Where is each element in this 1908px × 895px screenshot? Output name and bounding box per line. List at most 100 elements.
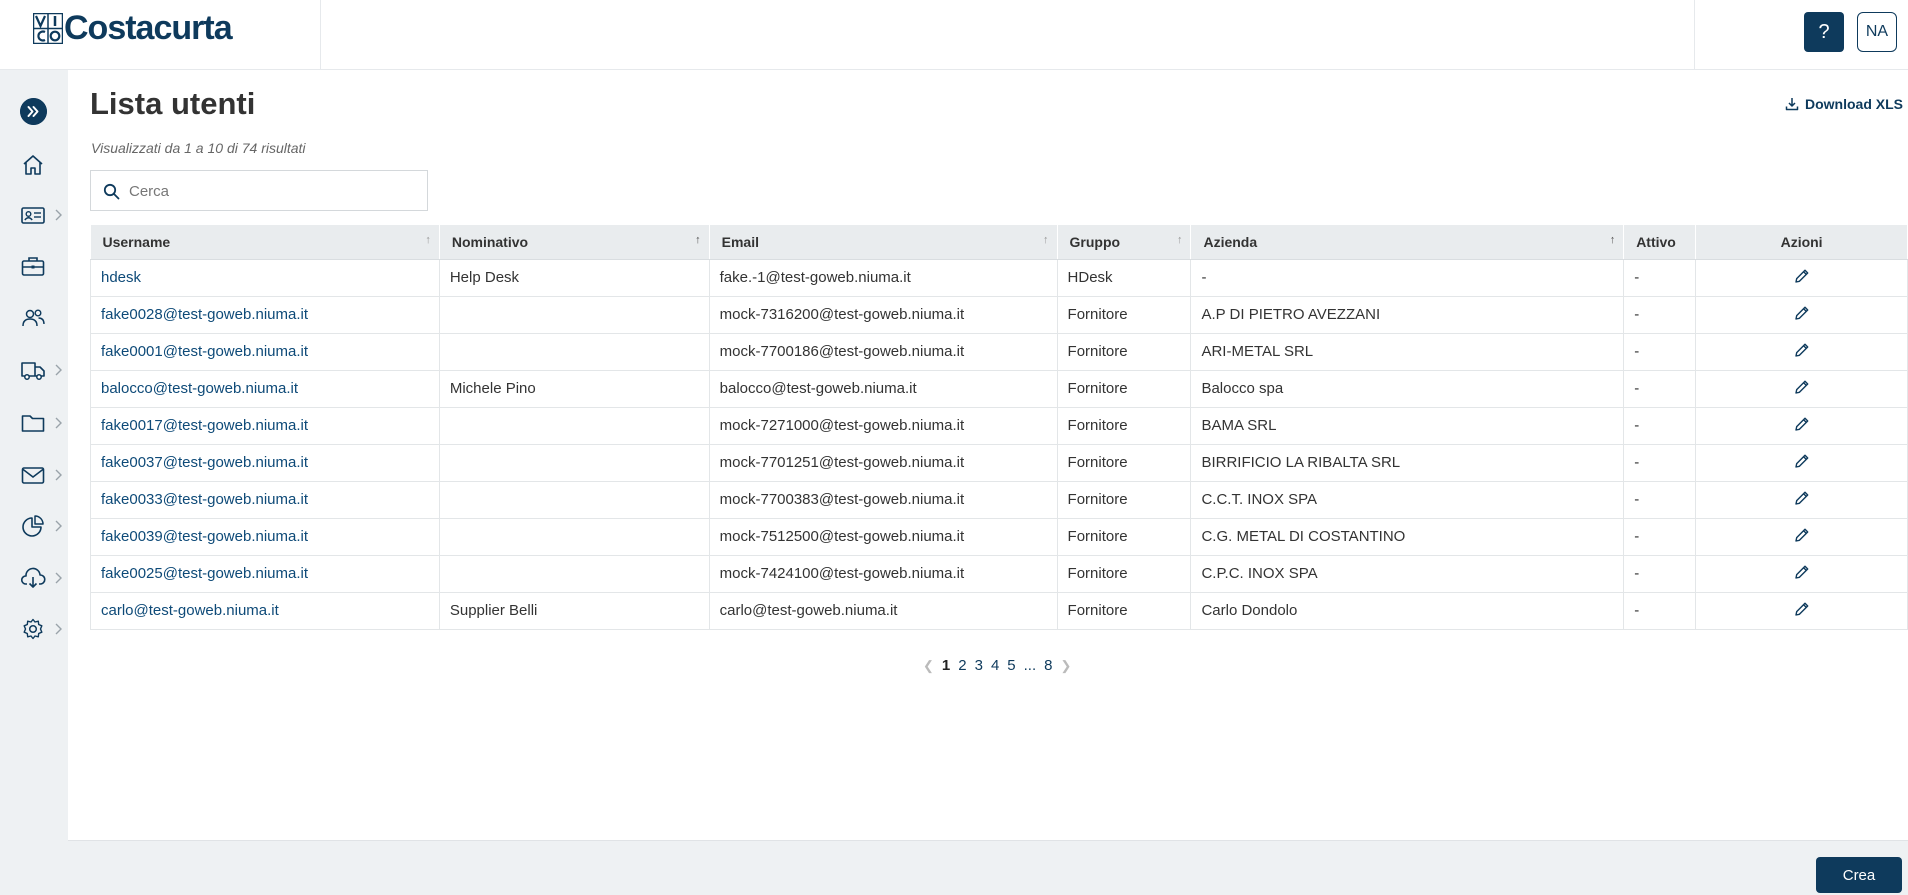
- cell-email: carlo@test-goweb.niuma.it: [709, 592, 1058, 630]
- cell-email: mock-7700383@test-goweb.niuma.it: [709, 481, 1058, 519]
- edit-pencil-icon[interactable]: [1794, 564, 1810, 580]
- column-header-gruppo[interactable]: Gruppo ↑: [1057, 225, 1192, 260]
- cell-username[interactable]: fake0017@test-goweb.niuma.it: [90, 407, 440, 445]
- briefcase-icon: [21, 257, 45, 276]
- sidebar-item-anagrafiche[interactable]: [0, 195, 68, 235]
- column-header-label: Nominativo: [451, 233, 529, 250]
- column-header-label: Azioni: [1780, 233, 1823, 250]
- page-link-2[interactable]: 2: [958, 657, 966, 674]
- cell-gruppo: Fornitore: [1057, 370, 1192, 408]
- cell-username[interactable]: fake0039@test-goweb.niuma.it: [90, 518, 440, 556]
- cell-username[interactable]: balocco@test-goweb.niuma.it: [90, 370, 440, 408]
- column-header-label: Gruppo: [1069, 233, 1121, 250]
- sidebar-item-impostazioni[interactable]: [0, 609, 68, 649]
- create-button[interactable]: Crea: [1816, 857, 1902, 893]
- edit-pencil-icon[interactable]: [1794, 453, 1810, 469]
- cell-username[interactable]: hdesk: [90, 259, 440, 297]
- edit-pencil-icon[interactable]: [1794, 601, 1810, 617]
- page-link-1[interactable]: 1: [942, 657, 950, 674]
- cell-attivo: -: [1623, 444, 1697, 482]
- cell-azienda: BIRRIFICIO LA RIBALTA SRL: [1190, 444, 1625, 482]
- cell-gruppo: Fornitore: [1057, 296, 1192, 334]
- table-body: hdesk Help Desk fake.-1@test-goweb.niuma.i…: [90, 259, 1908, 630]
- pagination: ❮ 1 2 3 4 5 ... 8 ❯: [923, 657, 1071, 674]
- sidebar: [0, 70, 68, 895]
- sort-icon[interactable]: ↑: [1610, 234, 1616, 246]
- cell-email: mock-7700186@test-goweb.niuma.it: [709, 333, 1058, 371]
- edit-pencil-icon[interactable]: [1794, 268, 1810, 284]
- download-icon: [1785, 98, 1799, 111]
- cell-username[interactable]: carlo@test-goweb.niuma.it: [90, 592, 440, 630]
- edit-pencil-icon[interactable]: [1794, 490, 1810, 506]
- cell-gruppo: Fornitore: [1057, 518, 1192, 556]
- cell-username[interactable]: fake0033@test-goweb.niuma.it: [90, 481, 440, 519]
- column-header-azienda[interactable]: Azienda ↑: [1190, 225, 1625, 260]
- cell-azioni: [1695, 407, 1908, 445]
- cell-email: fake.-1@test-goweb.niuma.it: [709, 259, 1058, 297]
- table-row: balocco@test-goweb.niuma.it Michele Pino b…: [90, 370, 1908, 408]
- edit-pencil-icon[interactable]: [1794, 305, 1810, 321]
- user-avatar[interactable]: NA: [1857, 12, 1897, 52]
- column-header-nominativo[interactable]: Nominativo ↑: [439, 225, 710, 260]
- cell-azioni: [1695, 444, 1908, 482]
- table-row: fake0039@test-goweb.niuma.it mock-7512500…: [90, 518, 1908, 556]
- next-page-icon[interactable]: ❯: [1060, 658, 1071, 674]
- sidebar-item-trasporti[interactable]: [0, 350, 68, 390]
- cell-attivo: -: [1623, 333, 1697, 371]
- cell-azioni: [1695, 333, 1908, 371]
- column-header-username[interactable]: Username ↑: [90, 225, 440, 260]
- brand-logo[interactable]: Costacurta: [33, 9, 233, 47]
- edit-pencil-icon[interactable]: [1794, 342, 1810, 358]
- sidebar-item-report[interactable]: [0, 506, 68, 546]
- top-bar: Costacurta ? NA: [0, 0, 1908, 70]
- cell-username[interactable]: fake0001@test-goweb.niuma.it: [90, 333, 440, 371]
- brand-name: Costacurta: [64, 9, 233, 47]
- gear-icon: [23, 618, 43, 640]
- download-xls-button[interactable]: Download XLS: [1785, 96, 1903, 112]
- sidebar-item-messaggi[interactable]: [0, 455, 68, 495]
- sidebar-item-home[interactable]: [0, 145, 68, 185]
- id-card-icon: [21, 207, 45, 224]
- column-header-email[interactable]: Email ↑: [709, 225, 1058, 260]
- edit-pencil-icon[interactable]: [1794, 379, 1810, 395]
- cell-attivo: -: [1623, 592, 1697, 630]
- expand-sidebar-icon[interactable]: [20, 98, 47, 125]
- cell-username[interactable]: fake0037@test-goweb.niuma.it: [90, 444, 440, 482]
- page-link-3[interactable]: 3: [975, 657, 983, 674]
- edit-pencil-icon[interactable]: [1794, 527, 1810, 543]
- column-header-label: Email: [721, 233, 759, 250]
- cell-gruppo: Fornitore: [1057, 592, 1192, 630]
- prev-page-icon[interactable]: ❮: [923, 658, 934, 674]
- column-header-azioni: Azioni: [1695, 225, 1908, 260]
- home-icon: [23, 155, 43, 175]
- sort-icon[interactable]: ↑: [1177, 234, 1183, 246]
- column-header-label: Attivo: [1636, 233, 1676, 250]
- cell-azienda: -: [1190, 259, 1625, 297]
- sort-icon[interactable]: ↑: [695, 234, 701, 246]
- edit-pencil-icon[interactable]: [1794, 416, 1810, 432]
- cloud-download-icon: [20, 567, 46, 588]
- search-input[interactable]: [129, 179, 419, 203]
- cell-azienda: A.P DI PIETRO AVEZZANI: [1190, 296, 1625, 334]
- page-link-5[interactable]: 5: [1007, 657, 1015, 674]
- sidebar-item-documenti[interactable]: [0, 403, 68, 443]
- sidebar-item-download[interactable]: [0, 558, 68, 598]
- cell-email: mock-7701251@test-goweb.niuma.it: [709, 444, 1058, 482]
- page-link-4[interactable]: 4: [991, 657, 999, 674]
- download-xls-label: Download XLS: [1805, 96, 1903, 112]
- cell-gruppo: Fornitore: [1057, 333, 1192, 371]
- page-link-last[interactable]: 8: [1044, 657, 1052, 674]
- sidebar-item-lavori[interactable]: [0, 246, 68, 286]
- sort-icon[interactable]: ↑: [1043, 234, 1049, 246]
- cell-username[interactable]: fake0028@test-goweb.niuma.it: [90, 296, 440, 334]
- help-button[interactable]: ?: [1804, 12, 1844, 52]
- topbar-divider: [1694, 0, 1695, 70]
- cell-username[interactable]: fake0025@test-goweb.niuma.it: [90, 555, 440, 593]
- cell-nominativo: [439, 296, 710, 334]
- chevron-right-icon: [55, 209, 62, 221]
- cell-nominativo: [439, 444, 710, 482]
- cell-attivo: -: [1623, 370, 1697, 408]
- sidebar-item-utenti[interactable]: [0, 298, 68, 338]
- folder-icon: [21, 415, 45, 432]
- sort-icon[interactable]: ↑: [425, 234, 431, 246]
